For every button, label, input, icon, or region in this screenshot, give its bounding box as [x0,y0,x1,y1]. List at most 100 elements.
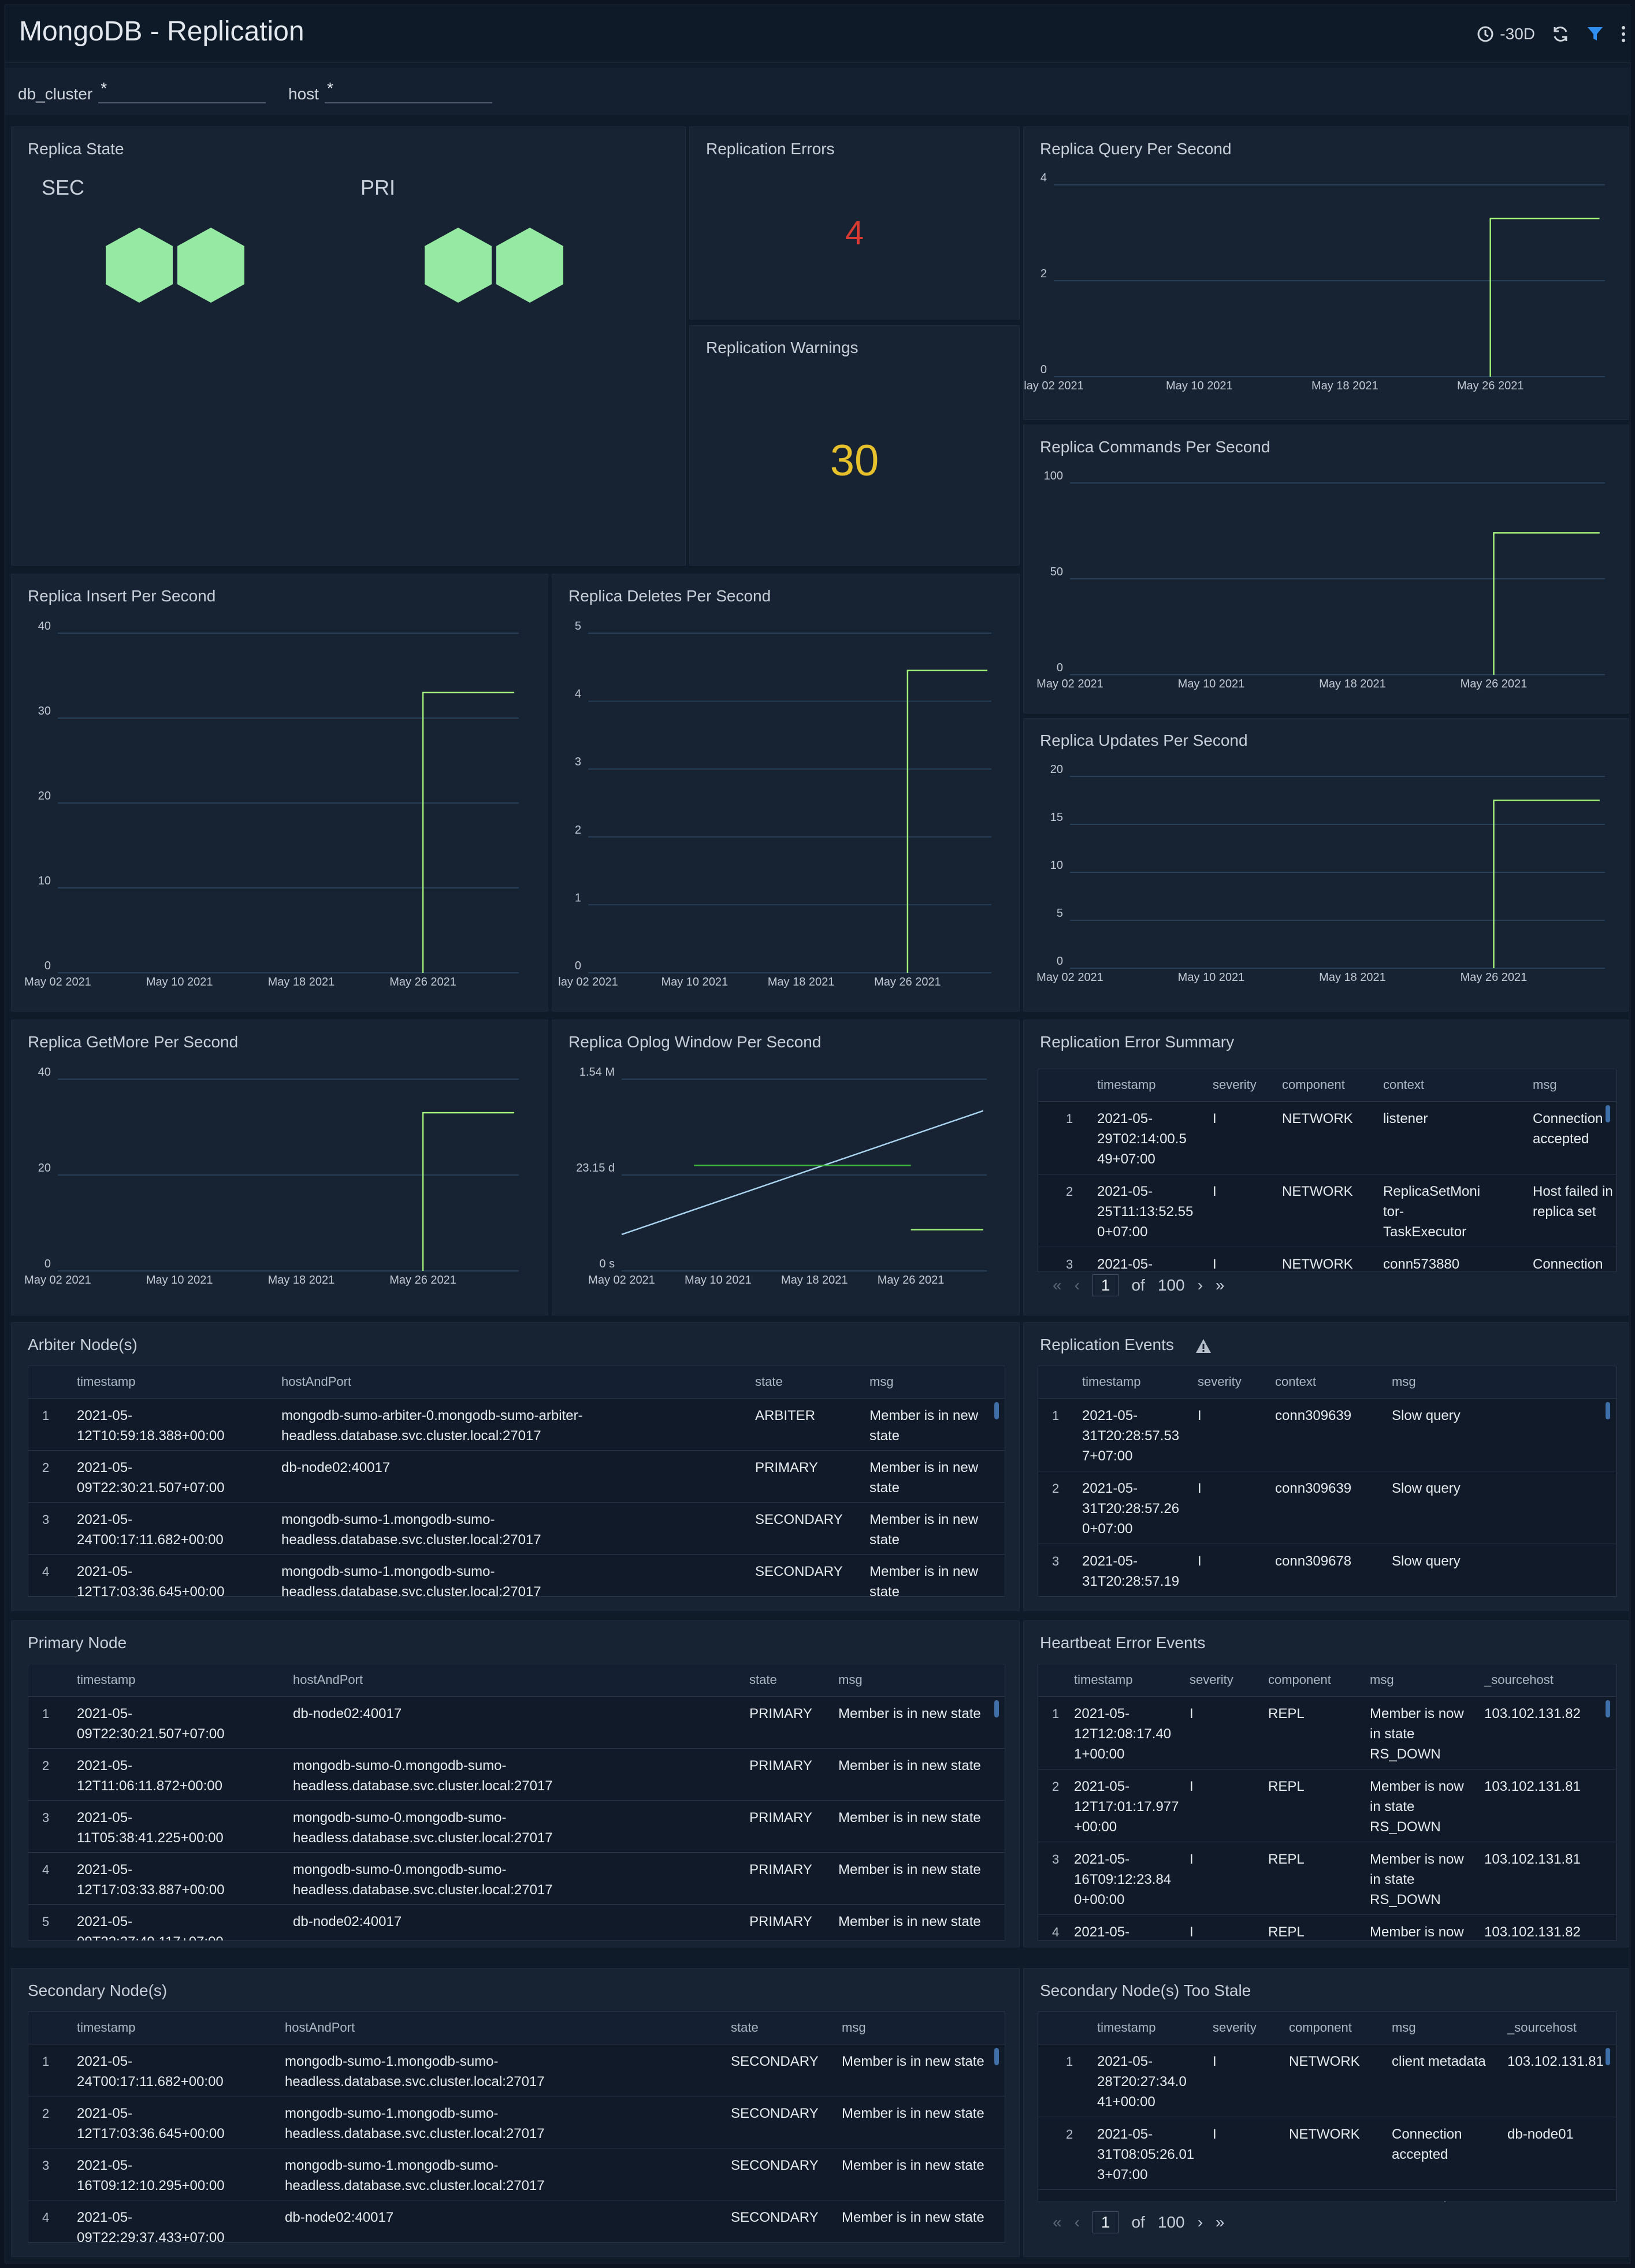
filter-value[interactable]: * [324,79,492,103]
column-header[interactable]: msg [838,1672,863,1687]
column-header[interactable]: severity [1198,1374,1242,1389]
table-row[interactable]: 2 2021-05- 09T22:30:21.507+07:00 db-node02… [28,1451,1005,1503]
column-header[interactable]: timestamp [77,1374,135,1389]
table-row[interactable]: 1 2021-05- 12T10:59:18.388+00:00 mongodb-s… [28,1399,1005,1451]
table-row[interactable]: 2 2021-05- 31T20:28:57.26 0+07:00 Iconn309… [1038,1471,1616,1544]
column-header[interactable]: timestamp [77,2020,135,2035]
table-scrollbar[interactable] [994,1700,999,1717]
column-header[interactable]: msg [1533,1077,1557,1092]
column-header[interactable]: timestamp [1097,2020,1155,2035]
table-row[interactable]: 2 2021-05- 31T08:05:26.01 3+07:00 I NETWORK… [1038,2117,1616,2190]
page-input[interactable]: 1 [1092,1274,1119,1296]
column-header[interactable]: state [731,2020,759,2035]
column-header[interactable]: state [755,1374,783,1389]
table-row[interactable]: 3 2021-05- I NETWORK Connection 103.102.131.8… [1038,2190,1616,2202]
prev-page-icon[interactable]: ‹ [1075,2213,1080,2232]
series-line[interactable] [1489,217,1600,377]
column-header[interactable]: hostAndPort [285,2020,355,2035]
filter-icon[interactable] [1586,25,1604,43]
first-page-icon[interactable]: « [1053,1276,1062,1295]
column-header[interactable]: timestamp [77,1672,135,1687]
column-header[interactable]: msg [869,1374,894,1389]
prev-page-icon[interactable]: ‹ [1075,1276,1080,1295]
table-row[interactable]: 1 2021-05- 09T22:30:21.507+07:00 db-node02… [28,1697,1005,1749]
filter-host[interactable]: host * [288,79,492,103]
column-header[interactable]: _sourcehost [1507,2020,1577,2035]
series-line[interactable] [1493,532,1600,675]
table-cell: SECONDARY [755,1564,843,1579]
column-header[interactable]: _sourcehost [1484,1672,1554,1687]
table-row[interactable]: 2 2021-05- 12T17:03:36.645+00:00 mongodb-s… [28,2096,1005,2148]
table-row[interactable]: 3 2021-05- 16T09:12:23.84 0+00:00 I REPL Mem… [1038,1842,1616,1915]
table-scrollbar[interactable] [994,1402,999,1419]
page-input[interactable]: 1 [1092,2211,1119,2233]
table-cell: db-node01 [1507,2126,1574,2142]
filter-db-cluster[interactable]: db_cluster * [18,79,266,103]
refresh-icon[interactable] [1551,25,1570,43]
filter-value[interactable]: * [98,79,266,103]
state-hexagon[interactable] [104,226,174,304]
table-row[interactable]: 1 2021-05- 31T20:28:57.53 7+07:00 Iconn309… [1038,1399,1616,1471]
column-header[interactable]: timestamp [1097,1077,1155,1092]
table-row[interactable]: 2 2021-05- 12T11:06:11.872+00:00 mongodb-s… [28,1749,1005,1801]
table-row[interactable]: 2 2021-05- 25T11:13:52.55 0+07:00 I NETWORK… [1038,1174,1616,1247]
series-line[interactable] [422,691,515,973]
column-header[interactable]: component [1282,1077,1345,1092]
table-scrollbar[interactable] [1606,2048,1610,2065]
series-line[interactable] [621,1110,984,1236]
warning-icon[interactable] [1195,1338,1212,1354]
table-row[interactable]: 3 2021-05- I NETWORK conn573880 Connection [1038,1247,1616,1271]
table-row[interactable]: 5 2021-05- 09T22:27:49.117+07:00 db-node02… [28,1905,1005,1940]
table-row[interactable]: 1 2021-05- 24T00:17:11.682+00:00 mongodb-s… [28,2044,1005,2096]
table-row[interactable]: 1 2021-05- 28T20:27:34.0 41+00:00 I NETWORK… [1038,2044,1616,2117]
table-scrollbar[interactable] [1606,1105,1610,1122]
table-scrollbar[interactable] [1606,1700,1610,1717]
column-header[interactable]: severity [1213,2020,1257,2035]
table-row[interactable]: 2 2021-05- 12T17:01:17.977 +00:00 I REPL Mem… [1038,1769,1616,1842]
table-row[interactable]: 4 2021-05- I REPL Member is now 103.102.131.8… [1038,1915,1616,1940]
column-header[interactable]: timestamp [1082,1374,1140,1389]
column-header[interactable]: hostAndPort [293,1672,363,1687]
last-page-icon[interactable]: » [1216,2213,1225,2232]
series-line[interactable] [422,1111,515,1271]
table-row[interactable]: 4 2021-05- 12T17:03:36.645+00:00 mongodb-s… [28,1555,1005,1596]
column-header[interactable]: msg [1392,1374,1416,1389]
state-hexagon[interactable] [176,226,246,304]
dashboard-header: MongoDB - Replication -30D [5,5,1631,63]
table-scrollbar[interactable] [994,2048,999,2065]
table-row[interactable]: 3 2021-05- 11T05:38:41.225+00:00 mongodb-s… [28,1801,1005,1853]
next-page-icon[interactable]: › [1198,1276,1203,1295]
state-hexagon[interactable] [423,226,493,304]
state-hexagon[interactable] [495,226,565,304]
column-header[interactable]: severity [1213,1077,1257,1092]
column-header[interactable]: msg [1392,2020,1416,2035]
column-header[interactable]: context [1383,1077,1424,1092]
series-line[interactable] [906,670,988,973]
first-page-icon[interactable]: « [1053,2213,1062,2232]
column-header[interactable]: hostAndPort [281,1374,351,1389]
column-header[interactable]: msg [1370,1672,1394,1687]
row-index: 1 [1066,1111,1073,1126]
column-header[interactable]: component [1268,1672,1331,1687]
table-row[interactable]: 4 2021-05- 09T22:29:37.433+07:00 db-node02… [28,2200,1005,2242]
column-header[interactable]: severity [1190,1672,1233,1687]
series-line[interactable] [1493,800,1600,969]
last-page-icon[interactable]: » [1216,1276,1225,1295]
next-page-icon[interactable]: › [1198,2213,1203,2232]
table-row[interactable]: 1 2021-05- 29T02:14:00.5 49+07:00 I NETWORK… [1038,1102,1616,1174]
table-row[interactable]: 4 2021-05- 12T17:03:33.887+00:00 mongodb-s… [28,1853,1005,1905]
table-row[interactable]: 3 2021-05- 24T00:17:11.682+00:00 mongodb-s… [28,1503,1005,1555]
time-range-picker[interactable]: -30D [1477,25,1535,43]
more-vertical-icon[interactable] [1621,25,1626,43]
x-tick-label: May 26 2021 [1461,971,1528,984]
column-header[interactable]: msg [842,2020,866,2035]
column-header[interactable]: component [1289,2020,1352,2035]
column-header[interactable]: context [1275,1374,1316,1389]
column-header[interactable]: timestamp [1074,1672,1132,1687]
table-scrollbar[interactable] [1606,1402,1610,1419]
table-row[interactable]: 3 2021-05- 16T09:12:10.295+00:00 mongodb-s… [28,2148,1005,2200]
panel-title: Replication Warnings [706,339,859,356]
table-row[interactable]: 1 2021-05- 12T12:08:17.40 1+00:00 I REPL Mem… [1038,1697,1616,1769]
table-row[interactable]: 3 2021-05- 31T20:28:57.19 4+07:00 Iconn309… [1038,1544,1616,1596]
column-header[interactable]: state [749,1672,777,1687]
